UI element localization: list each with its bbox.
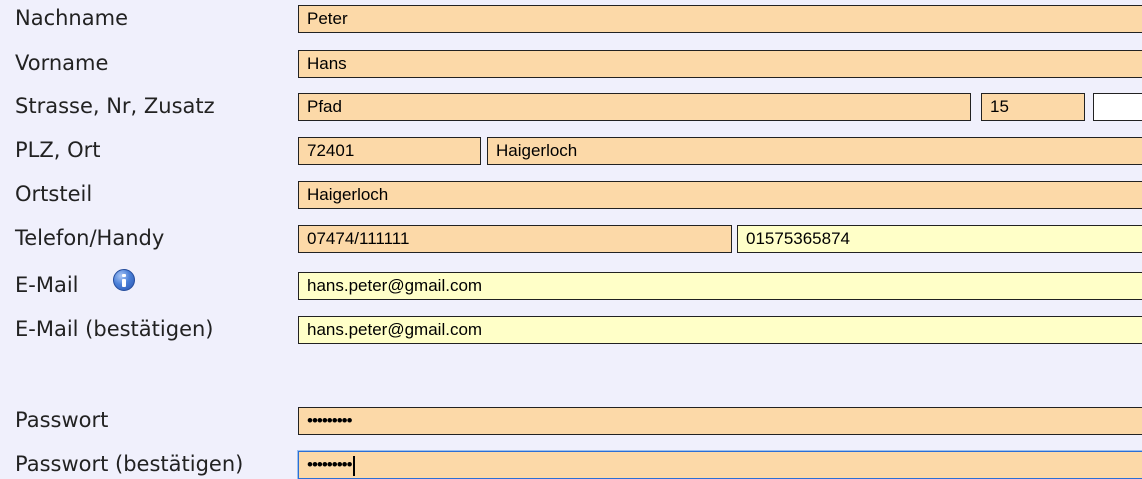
house-number-input[interactable]: 15 [981, 93, 1085, 121]
label-nachname: Nachname [15, 6, 128, 30]
password-confirm-value: ••••••••• [307, 455, 353, 474]
password-input[interactable]: ••••••••• [298, 407, 1142, 435]
street-input[interactable]: Pfad [298, 93, 971, 121]
address-addition-input[interactable] [1093, 93, 1142, 121]
phone-input[interactable]: 07474/111111 [298, 225, 732, 253]
vorname-input[interactable]: Hans [298, 50, 1142, 78]
plz-input[interactable]: 72401 [298, 137, 481, 165]
password-confirm-input[interactable]: ••••••••• [297, 450, 1142, 479]
label-plz-ort: PLZ, Ort [15, 138, 101, 162]
nachname-input[interactable]: Peter [298, 5, 1142, 33]
label-email-confirm: E-Mail (bestätigen) [15, 317, 214, 341]
email-input[interactable]: hans.peter@gmail.com [298, 272, 1142, 300]
mobile-input[interactable]: 01575365874 [737, 225, 1142, 253]
label-email: E-Mail [15, 273, 79, 297]
label-telefon: Telefon/Handy [15, 226, 165, 250]
text-caret [352, 455, 355, 476]
email-confirm-input[interactable]: hans.peter@gmail.com [298, 316, 1142, 344]
label-passwort: Passwort [15, 408, 109, 432]
label-passwort-confirm: Passwort (bestätigen) [15, 452, 244, 476]
ortsteil-input[interactable]: Haigerloch [298, 181, 1142, 209]
label-ortsteil: Ortsteil [15, 182, 93, 206]
label-strasse: Strasse, Nr, Zusatz [15, 94, 215, 118]
info-icon[interactable] [113, 269, 135, 291]
label-vorname: Vorname [15, 51, 109, 75]
ort-input[interactable]: Haigerloch [487, 137, 1142, 165]
